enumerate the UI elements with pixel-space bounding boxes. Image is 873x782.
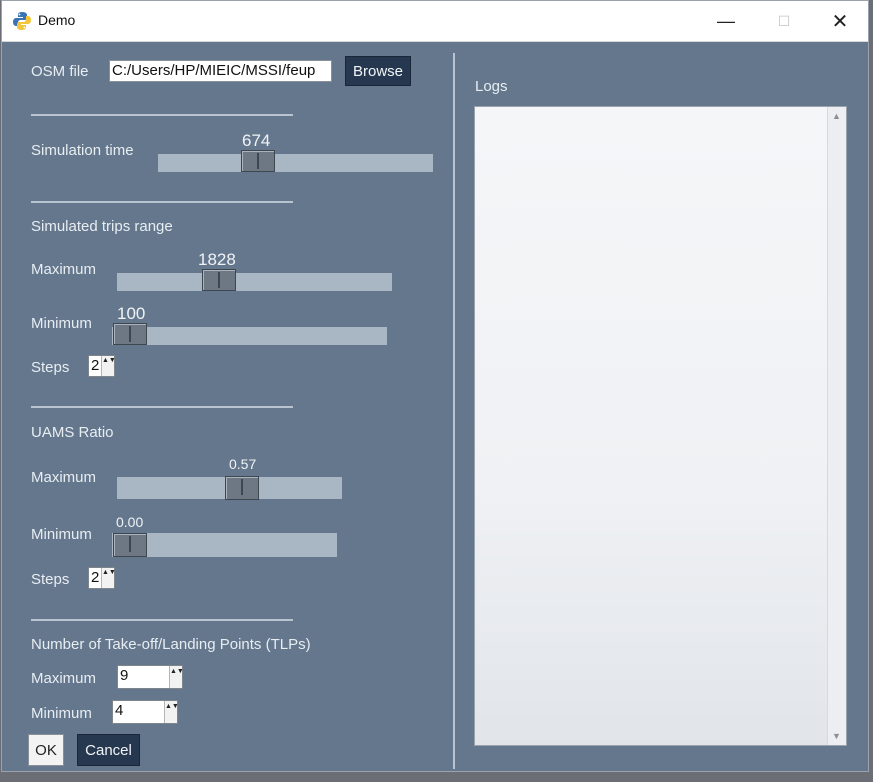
uams-min-label: Minimum [31,526,92,543]
trips-steps-label: Steps [31,359,70,376]
divider [31,619,293,621]
title-bar[interactable]: Demo — ☐ ✕ [2,1,868,42]
trips-max-slider[interactable] [117,269,392,291]
uams-max-slider[interactable] [117,476,342,500]
slider-thumb[interactable] [113,323,147,345]
tlps-max-value: 9 [120,667,129,684]
demo-window: Demo — ☐ ✕ OSM file C:/Users/HP/MIEIC/MS… [1,0,869,772]
logs-scrollbar[interactable]: ▲ ▼ [827,107,846,745]
trips-steps-spinbox[interactable]: 2 ▲▼ [88,355,116,377]
window-title: Demo [38,12,76,28]
divider [31,406,293,408]
scroll-up-icon[interactable]: ▲ [832,111,841,121]
trips-steps-value: 2 [91,357,100,374]
spin-arrows-icon[interactable]: ▲▼ [164,701,179,723]
logs-textarea[interactable]: ▲ ▼ [474,106,847,746]
divider [31,114,293,116]
tlps-min-value: 4 [115,702,124,719]
uams-steps-label: Steps [31,571,70,588]
tlps-max-label: Maximum [31,670,97,687]
uams-min-value: 0.00 [116,514,144,530]
tlps-min-label: Minimum [31,705,92,722]
tlps-min-spinbox[interactable]: 4 ▲▼ [112,700,179,724]
uams-max-value: 0.57 [229,456,257,472]
trips-max-label: Maximum [31,261,97,278]
simulation-time-slider[interactable] [158,150,433,172]
simulation-time-label: Simulation time [31,142,134,159]
slider-thumb[interactable] [113,533,147,557]
spin-arrows-icon[interactable]: ▲▼ [101,568,116,588]
simulation-time-value: 674 [242,131,271,150]
uams-ratio-title: UAMS Ratio [31,424,114,441]
vertical-divider [453,53,455,769]
uams-steps-spinbox[interactable]: 2 ▲▼ [88,567,116,589]
trips-range-title: Simulated trips range [31,218,173,235]
slider-thumb[interactable] [225,476,259,500]
uams-steps-value: 2 [91,569,100,586]
ok-button[interactable]: OK [28,734,64,766]
close-button[interactable]: ✕ [820,7,860,35]
spin-arrows-icon[interactable]: ▲▼ [169,666,184,688]
browse-button[interactable]: Browse [345,56,411,86]
uams-min-slider[interactable] [112,533,337,557]
osm-file-input[interactable]: C:/Users/HP/MIEIC/MSSI/feup [109,60,332,82]
trips-min-value: 100 [117,304,146,323]
minimize-button[interactable]: — [706,7,746,35]
slider-thumb[interactable] [202,269,236,291]
trips-min-label: Minimum [31,315,92,332]
uams-max-label: Maximum [31,469,97,486]
cancel-button[interactable]: Cancel [77,734,140,766]
trips-min-slider[interactable] [112,323,387,345]
osm-file-label: OSM file [31,63,89,80]
trips-max-value: 1828 [198,250,236,269]
divider [31,201,293,203]
logs-label: Logs [475,78,508,95]
slider-thumb[interactable] [241,150,275,172]
maximize-button[interactable]: ☐ [764,7,804,35]
tlps-max-spinbox[interactable]: 9 ▲▼ [117,665,184,689]
tlps-title: Number of Take-off/Landing Points (TLPs) [31,636,311,653]
python-icon [13,12,31,30]
spin-arrows-icon[interactable]: ▲▼ [101,356,116,376]
scroll-down-icon[interactable]: ▼ [832,731,841,741]
